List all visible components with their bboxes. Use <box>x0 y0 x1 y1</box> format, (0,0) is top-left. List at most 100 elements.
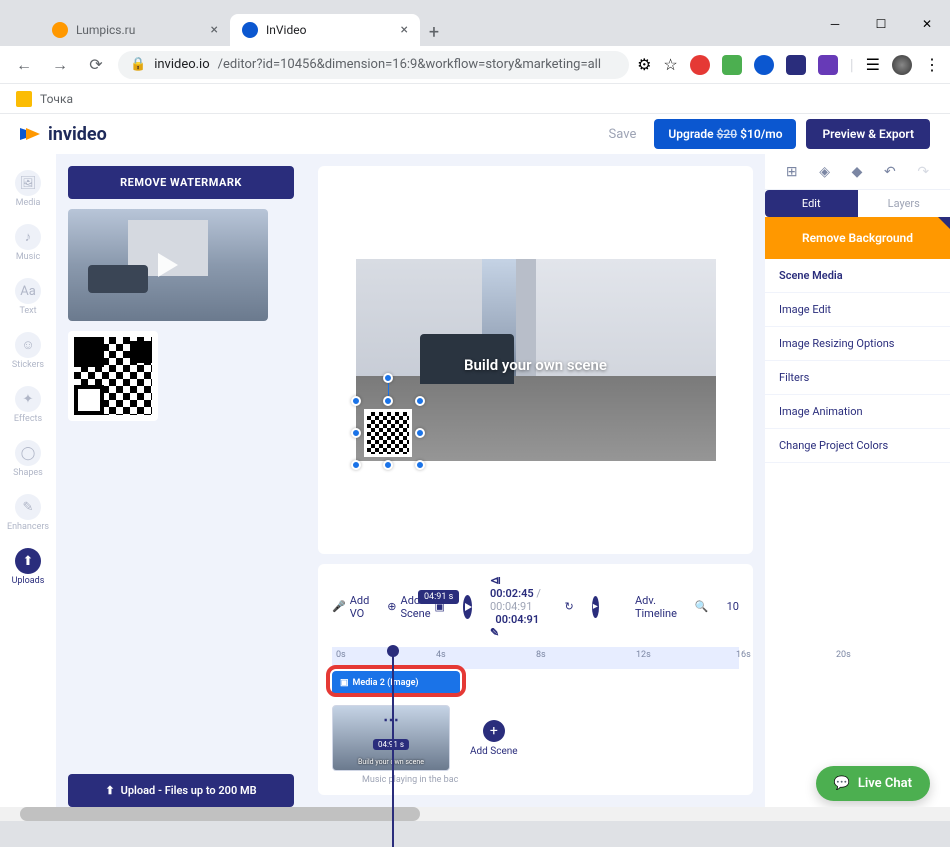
ruler-tick: 4s <box>436 650 446 660</box>
tab-layers[interactable]: Layers <box>858 190 950 217</box>
plus-icon: ⊕ <box>387 600 396 613</box>
edit-icon[interactable]: ✎ <box>490 626 499 639</box>
panel-section-filters[interactable]: Filters <box>765 361 950 395</box>
resize-handle[interactable] <box>351 460 361 470</box>
resize-handle[interactable] <box>351 396 361 406</box>
sidebar-item-music[interactable]: ♪Music <box>4 218 52 268</box>
panel-section-colors[interactable]: Change Project Colors <box>765 429 950 463</box>
canvas[interactable]: Build your own scene <box>318 166 753 554</box>
back-button[interactable]: ← <box>10 51 38 79</box>
prev-frame-icon[interactable]: ⧏ <box>490 574 501 587</box>
playhead[interactable] <box>392 647 394 847</box>
close-icon[interactable]: × <box>211 22 218 38</box>
scrollbar-thumb[interactable] <box>20 807 420 821</box>
new-tab-button[interactable]: + <box>420 18 448 46</box>
sidebar-item-enhancers[interactable]: ✎Enhancers <box>4 488 52 538</box>
translate-icon[interactable]: ⚙ <box>637 55 651 74</box>
music-track-hint: Music playing in the bac <box>362 775 739 785</box>
upgrade-button[interactable]: Upgrade $20 $10/mo <box>654 119 796 149</box>
music-icon: ♪ <box>15 224 41 250</box>
bookmark-item[interactable]: Точка <box>40 92 73 106</box>
extension-icon[interactable] <box>754 55 774 75</box>
sidebar-item-shapes[interactable]: ◯Shapes <box>4 434 52 484</box>
logo[interactable]: invideo <box>20 123 107 145</box>
separator: | <box>850 55 854 74</box>
upload-thumbnail-video[interactable] <box>68 209 268 321</box>
resize-handle[interactable] <box>415 396 425 406</box>
resize-handle[interactable] <box>383 396 393 406</box>
tab-edit[interactable]: Edit <box>765 190 858 217</box>
browser-tab-lumpics[interactable]: Lumpics.ru × <box>40 14 230 46</box>
logo-icon <box>20 123 42 145</box>
layers-front-icon[interactable]: ◆ <box>852 164 863 180</box>
scene-thumbnail[interactable]: 04:91 s Build your own scene <box>332 705 450 771</box>
redo-icon[interactable]: ↷ <box>917 164 929 180</box>
stage[interactable]: Build your own scene <box>356 259 716 461</box>
play-button[interactable] <box>463 595 472 619</box>
extension-icon[interactable] <box>690 55 710 75</box>
resize-handle[interactable] <box>415 428 425 438</box>
upload-icon: ⬆ <box>15 548 41 574</box>
timeline-clip[interactable]: ▣ Media 2 (Image) <box>332 671 460 695</box>
ruler-tick: 0s <box>336 650 346 660</box>
url-host: invideo.io <box>154 57 209 72</box>
menu-icon[interactable]: ⋮ <box>924 55 940 74</box>
play-icon <box>158 253 178 277</box>
grid-icon[interactable]: ⊞ <box>786 164 798 180</box>
url-input[interactable]: 🔒 invideo.io/editor?id=10456&dimension=1… <box>118 51 629 79</box>
address-bar: ← → ⟳ 🔒 invideo.io/editor?id=10456&dimen… <box>0 46 950 84</box>
sidebar-item-text[interactable]: AaText <box>4 272 52 322</box>
rotate-handle[interactable] <box>383 373 393 383</box>
panel-section-image-edit[interactable]: Image Edit <box>765 293 950 327</box>
panel-section-scene-media[interactable]: Scene Media <box>765 259 950 293</box>
forward-button[interactable]: → <box>46 51 74 79</box>
remove-background-button[interactable]: Remove Background <box>765 217 950 259</box>
scene-text[interactable]: Build your own scene <box>356 356 716 374</box>
resize-handle[interactable] <box>383 460 393 470</box>
live-chat-button[interactable]: 💬 Live Chat <box>816 766 930 801</box>
plus-icon: + <box>483 720 505 742</box>
image-icon: 🖼 <box>15 170 41 196</box>
time-display: ⧏ 00:02:45 / 00:04:91 00:04:91 ✎ <box>490 574 547 639</box>
uploads-panel: REMOVE WATERMARK ⬆ Upload - Files up to … <box>56 154 306 807</box>
next-scene-button[interactable]: ▸ <box>592 596 599 618</box>
profile-avatar[interactable] <box>892 55 912 75</box>
add-vo-button[interactable]: 🎤Add VO <box>332 594 369 620</box>
panel-section-resizing[interactable]: Image Resizing Options <box>765 327 950 361</box>
window-minimize[interactable]: ─ <box>812 8 858 40</box>
resize-handle[interactable] <box>415 460 425 470</box>
layers-back-icon[interactable]: ◈ <box>819 164 830 180</box>
window-close[interactable]: ✕ <box>904 8 950 40</box>
history-icon[interactable]: ↻ <box>565 600 574 613</box>
extension-icon[interactable] <box>786 55 806 75</box>
resize-handle[interactable] <box>351 428 361 438</box>
selected-qr-element[interactable] <box>356 401 420 465</box>
sidebar-item-uploads[interactable]: ⬆Uploads <box>4 542 52 592</box>
undo-icon[interactable]: ↶ <box>884 164 896 180</box>
upload-thumbnail-qr[interactable] <box>68 331 158 421</box>
timeline-ruler[interactable]: 0s 4s 8s 12s 16s 20s <box>332 647 739 669</box>
sidebar-item-stickers[interactable]: ☺Stickers <box>4 326 52 376</box>
close-icon[interactable]: × <box>401 22 408 38</box>
preview-export-button[interactable]: Preview & Export <box>806 119 930 149</box>
sidebar-item-media[interactable]: 🖼Media <box>4 164 52 214</box>
sidebar-item-effects[interactable]: ✦Effects <box>4 380 52 430</box>
upload-button[interactable]: ⬆ Upload - Files up to 200 MB <box>68 774 294 807</box>
remove-watermark-button[interactable]: REMOVE WATERMARK <box>68 166 294 199</box>
save-label[interactable]: Save <box>609 127 637 142</box>
window-maximize[interactable]: ☐ <box>858 8 904 40</box>
favicon-icon <box>242 22 258 38</box>
timeline: 🎤Add VO ⊕Add Scene▣ ⧏ 00:02:45 / 00:04:9… <box>318 564 753 795</box>
adv-timeline-button[interactable]: Adv. Timeline <box>635 594 677 620</box>
reload-button[interactable]: ⟳ <box>82 51 110 79</box>
add-scene-button[interactable]: + Add Scene <box>470 720 518 757</box>
ruler-tick: 20s <box>836 650 851 660</box>
star-icon[interactable]: ☆ <box>663 55 677 74</box>
panel-section-animation[interactable]: Image Animation <box>765 395 950 429</box>
horizontal-scrollbar[interactable] <box>0 807 950 821</box>
zoom-icon[interactable]: 🔍 <box>695 600 709 613</box>
extension-icon[interactable] <box>818 55 838 75</box>
browser-tab-invideo[interactable]: InVideo × <box>230 14 420 46</box>
extension-icon[interactable] <box>722 55 742 75</box>
reading-list-icon[interactable]: ☰ <box>866 55 880 74</box>
